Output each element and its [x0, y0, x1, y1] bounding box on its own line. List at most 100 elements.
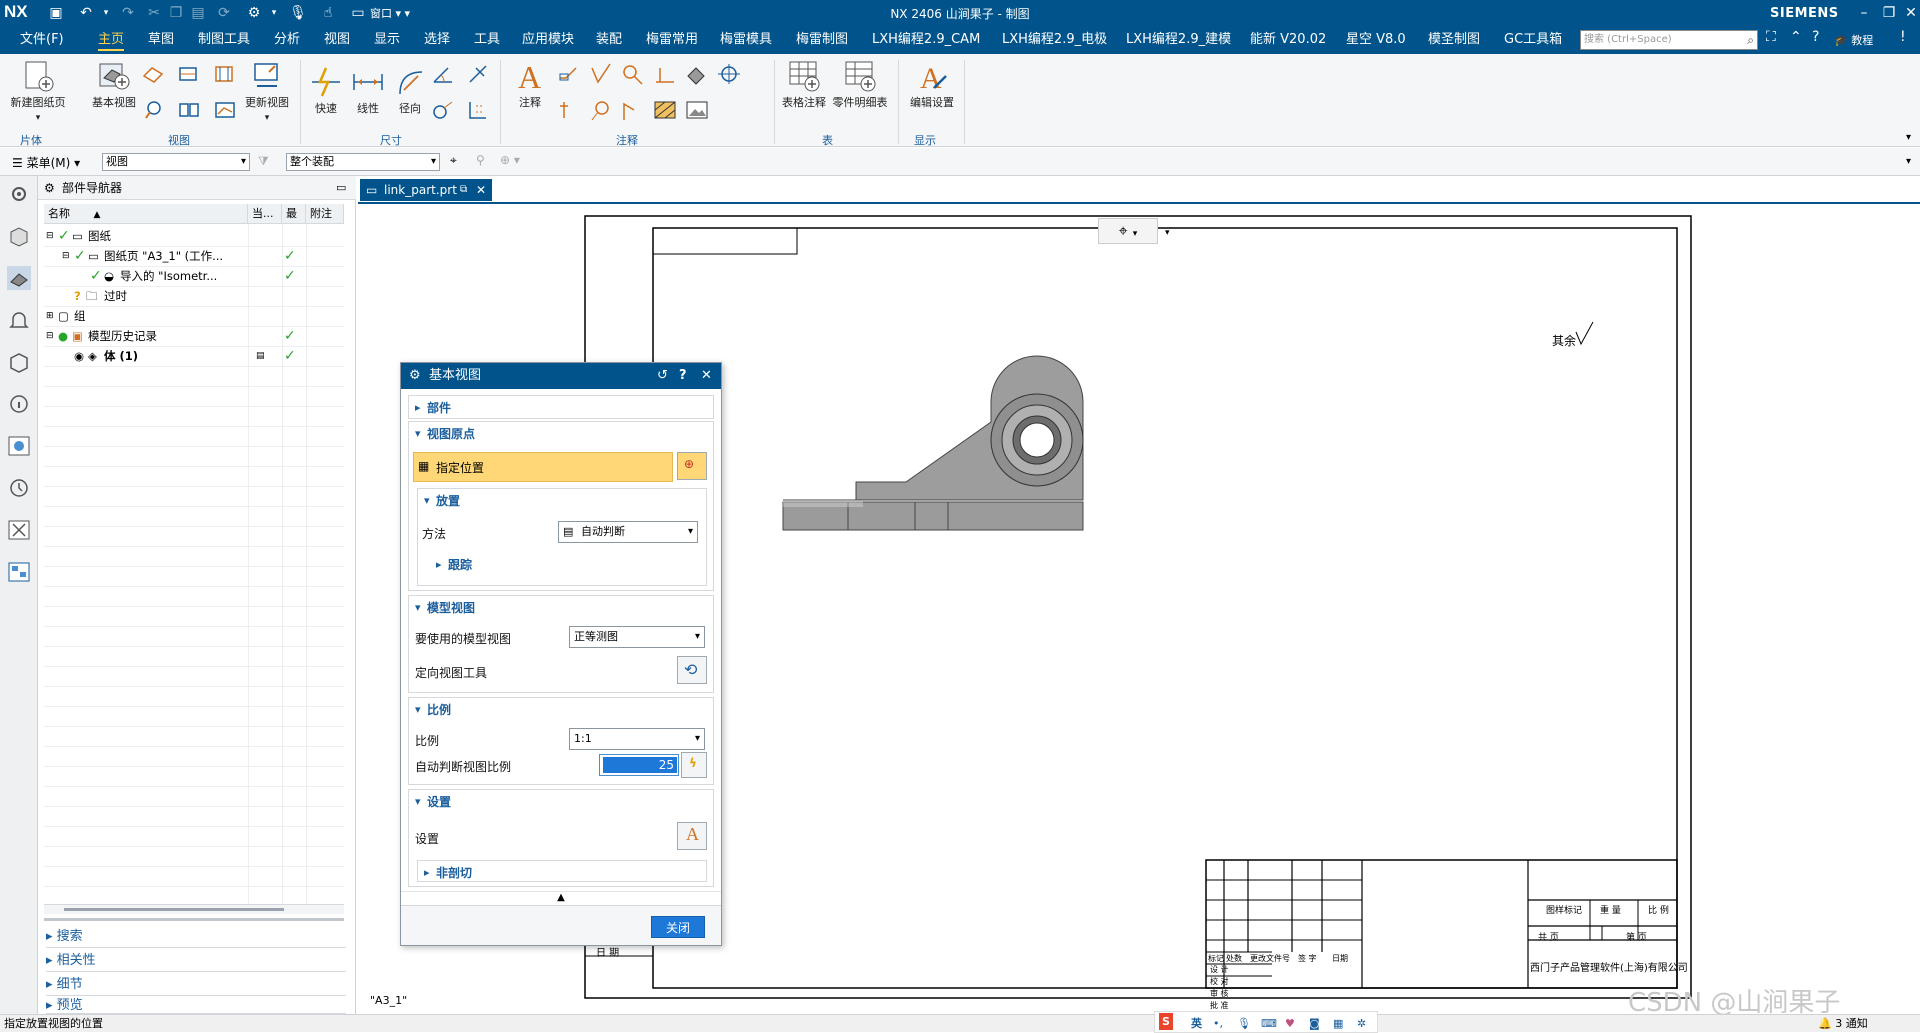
- select-tool-icon[interactable]: ⌖: [450, 153, 457, 168]
- notification-bell-icon[interactable]: [7, 308, 31, 332]
- break-view-icon[interactable]: [140, 98, 166, 122]
- section-part-header[interactable]: 部件: [409, 396, 713, 420]
- table-note-button[interactable]: 表格注释: [776, 58, 832, 110]
- ime-settings-icon[interactable]: ✲: [1357, 1015, 1366, 1032]
- hatch-icon[interactable]: [652, 98, 678, 122]
- collapse-ribbon-icon[interactable]: ⌃: [1790, 29, 1802, 45]
- info-icon[interactable]: [7, 392, 31, 416]
- ime-skin-icon[interactable]: ♥: [1285, 1015, 1295, 1032]
- non-section-subsection[interactable]: 非剖切: [417, 860, 707, 885]
- symbol-icon[interactable]: [620, 98, 646, 122]
- tab-tools[interactable]: 工具: [474, 26, 500, 54]
- section-view-icon[interactable]: [176, 62, 202, 86]
- target-point-icon[interactable]: [588, 98, 614, 122]
- tab-sketch[interactable]: 草图: [148, 26, 174, 54]
- section-dependencies[interactable]: ▸ 相关性: [46, 950, 346, 972]
- tab-assembly[interactable]: 装配: [596, 26, 622, 54]
- panel-splitter[interactable]: [44, 918, 344, 921]
- weld-symbol-icon[interactable]: [652, 62, 678, 86]
- minimize-icon[interactable]: –: [1852, 2, 1876, 24]
- non-section-header[interactable]: 非剖切: [418, 861, 706, 885]
- filter-reset-icon[interactable]: ⧩: [258, 154, 269, 169]
- tree-row-sheet[interactable]: ⊟ ✓ ▭ 图纸页 "A3_1" (工作... ✓: [44, 246, 344, 266]
- ime-language[interactable]: 英: [1191, 1015, 1202, 1032]
- scale-select[interactable]: 1:1: [569, 728, 705, 750]
- reuse-library-icon[interactable]: [7, 350, 31, 374]
- method-select[interactable]: ▤ 自动判断: [558, 521, 698, 543]
- parts-list-button[interactable]: 零件明细表: [832, 58, 888, 110]
- tab-lxh-modeling[interactable]: LXH编程2.9_建模: [1126, 26, 1231, 54]
- tree-row-group[interactable]: ⊞ ▢ 组: [44, 306, 344, 326]
- tab-mosheng[interactable]: 模圣制图: [1428, 26, 1480, 54]
- orient-view-tool-button[interactable]: ⟲: [677, 656, 707, 684]
- tab-home[interactable]: 主页: [98, 26, 125, 54]
- tab-gc-toolbox[interactable]: GC工具箱: [1504, 26, 1562, 54]
- snap-icon[interactable]: ⊕ ▾: [500, 153, 520, 167]
- view-triad-dropdown-icon[interactable]: ▾: [1165, 228, 1170, 238]
- notification-indicator[interactable]: 🔔 3 通知: [1818, 1015, 1868, 1032]
- ime-game-icon[interactable]: ◙: [1309, 1015, 1320, 1032]
- chamfer-dimension-icon[interactable]: [466, 62, 492, 86]
- section-view-origin-header[interactable]: 视图原点: [409, 422, 713, 446]
- auto-scale-button[interactable]: ϟ: [681, 752, 707, 778]
- specify-location-row[interactable]: ▦ 指定位置: [413, 452, 673, 482]
- web-browser-icon[interactable]: [7, 434, 31, 458]
- area-fill-icon[interactable]: [684, 62, 710, 86]
- tree-row-body[interactable]: ◉ ◈ 体 (1) ▤ ✓: [44, 346, 344, 366]
- projected-view-icon[interactable]: [140, 62, 166, 86]
- maximize-panel-icon[interactable]: ▭: [336, 176, 346, 200]
- ime-apps-icon[interactable]: ▦: [1333, 1015, 1343, 1032]
- assembly-navigator-icon[interactable]: [7, 224, 31, 248]
- balloon-icon[interactable]: [620, 62, 646, 86]
- view-triad-control[interactable]: ⌖ ▾: [1098, 218, 1158, 244]
- search-icon[interactable]: ⌕: [1747, 31, 1754, 49]
- rapid-dimension-button[interactable]: 快速: [306, 64, 346, 116]
- angular-dimension-icon[interactable]: [430, 62, 456, 86]
- center-mark-icon[interactable]: [716, 62, 742, 86]
- settings-button[interactable]: A: [677, 822, 707, 850]
- part-navigator-icon[interactable]: [7, 266, 31, 290]
- datum-target-icon[interactable]: [556, 98, 582, 122]
- column-name[interactable]: 名称 ▲: [44, 204, 248, 224]
- tree-row-imported-view[interactable]: ✓ ◒ 导入的 "Isometr... ✓: [44, 266, 344, 286]
- view-break-icon[interactable]: [212, 98, 238, 122]
- update-view-button[interactable]: 更新视图 ▾: [240, 58, 294, 123]
- layout-icon[interactable]: [7, 560, 31, 584]
- tab-display[interactable]: 显示: [374, 26, 400, 54]
- column-notes[interactable]: 附注: [306, 204, 344, 224]
- radial-dimension-button[interactable]: 径向: [390, 64, 430, 116]
- ribbon-options-icon[interactable]: ▾: [1906, 132, 1911, 143]
- alert-icon[interactable]: !: [1900, 29, 1906, 45]
- toolbar-options-icon[interactable]: ▾: [1906, 156, 1911, 167]
- reset-icon[interactable]: ↺: [657, 363, 668, 389]
- column-latest[interactable]: 最: [282, 204, 306, 224]
- placement-header[interactable]: 放置: [418, 489, 706, 513]
- tab-lxh-cam[interactable]: LXH编程2.9_CAM: [872, 26, 980, 54]
- section-model-view-header[interactable]: 模型视图: [409, 596, 713, 620]
- surface-finish-icon[interactable]: [588, 62, 614, 86]
- section-details[interactable]: ▸ 细节: [46, 974, 346, 996]
- tools-icon[interactable]: [7, 518, 31, 542]
- section-search[interactable]: ▸ 搜索: [46, 926, 346, 948]
- ime-logo-icon[interactable]: S: [1159, 1013, 1173, 1030]
- new-sheet-button[interactable]: 新建图纸页 ▾: [8, 58, 68, 123]
- restore-icon[interactable]: ❐: [1877, 2, 1901, 24]
- ime-keyboard-icon[interactable]: ⌨: [1261, 1015, 1277, 1032]
- section-preview[interactable]: ▸ 预览: [46, 998, 346, 1014]
- section-scale-header[interactable]: 比例: [409, 698, 713, 722]
- linear-dimension-button[interactable]: 线性: [348, 64, 388, 116]
- tab-drafting-tools[interactable]: 制图工具: [198, 26, 250, 54]
- thickness-dimension-icon[interactable]: [430, 98, 456, 122]
- tab-xingkong[interactable]: 星空 V8.0: [1346, 26, 1406, 54]
- feature-control-frame-icon[interactable]: [556, 62, 582, 86]
- history-icon[interactable]: [7, 476, 31, 500]
- tree-row-outdated[interactable]: ? 🗀 过时: [44, 286, 344, 306]
- note-button[interactable]: A 注释: [510, 58, 550, 110]
- half-section-icon[interactable]: [176, 98, 202, 122]
- dialog-help-icon[interactable]: ?: [679, 363, 687, 389]
- tab-view[interactable]: 视图: [324, 26, 350, 54]
- tutorial-link[interactable]: 🎓 教程: [1834, 32, 1873, 48]
- horizontal-scrollbar[interactable]: [44, 904, 344, 914]
- specify-location-button[interactable]: ⊕: [677, 452, 707, 480]
- document-tab[interactable]: ▭ link_part.prt ⧉ ✕: [360, 179, 492, 201]
